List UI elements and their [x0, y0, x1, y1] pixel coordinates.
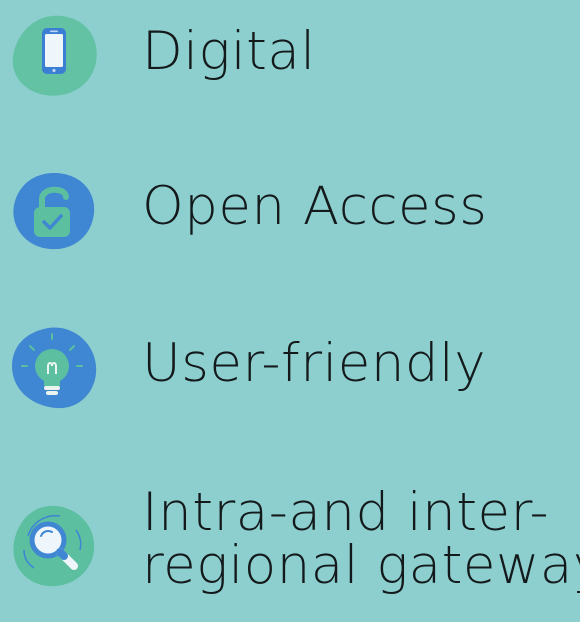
feature-user-friendly: User-friendly	[0, 310, 580, 430]
feature-label-line1: Intra-and inter-	[142, 482, 550, 543]
magnifier-icon	[8, 500, 100, 592]
smartphone-icon	[8, 10, 100, 102]
feature-label: Open Access	[142, 176, 488, 237]
feature-gateway: Intra-and inter- regional gateway	[0, 470, 580, 622]
feature-label: Intra-and inter- regional gateway	[142, 486, 580, 592]
lightbulb-icon	[8, 322, 100, 414]
feature-digital: Digital	[0, 0, 580, 120]
open-padlock-icon	[8, 165, 100, 257]
feature-label-line2: regional gateway	[142, 535, 580, 596]
feature-open-access: Open Access	[0, 155, 580, 275]
feature-label: User-friendly	[142, 333, 487, 394]
feature-label: Digital	[142, 21, 316, 82]
